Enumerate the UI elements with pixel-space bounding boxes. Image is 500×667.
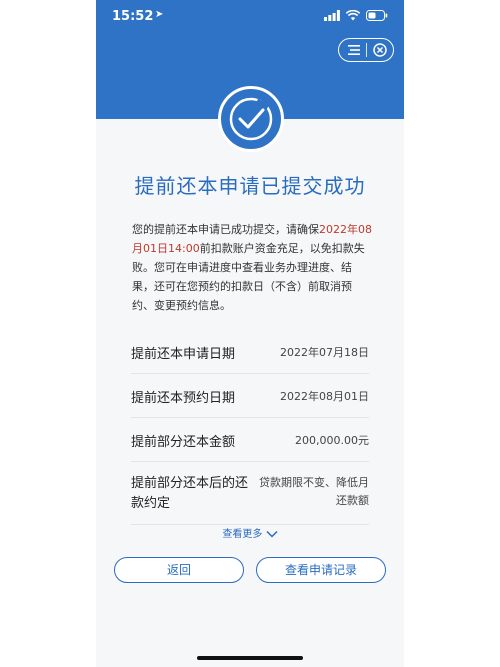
detail-row-repayment-agreement: 提前部分还本后的还款约定 贷款期限不变、降低月还款额 [131, 462, 369, 525]
detail-label: 提前部分还本金额 [131, 435, 236, 450]
details-list: 提前还本申请日期 2022年07月18日 提前还本预约日期 2022年08月01… [131, 330, 369, 525]
detail-label: 提前部分还本后的还款约定 [131, 476, 249, 511]
success-check-icon [218, 86, 284, 152]
page-title: 提前还本申请已提交成功 [134, 174, 366, 198]
detail-label: 提前还本申请日期 [131, 347, 236, 362]
status-time: 15:52 [112, 9, 154, 24]
signal-icon [324, 10, 340, 21]
message-text: 您的提前还本申请已成功提交，请确保 [132, 223, 319, 236]
battery-icon [366, 10, 388, 21]
back-button[interactable]: 返回 [114, 557, 244, 583]
detail-row-apply-date: 提前还本申请日期 2022年07月18日 [131, 330, 369, 374]
view-records-button[interactable]: 查看申请记录 [256, 557, 386, 583]
detail-label: 提前还本预约日期 [131, 391, 236, 406]
close-icon[interactable] [371, 42, 389, 58]
home-indicator[interactable] [197, 656, 303, 660]
detail-value: 200,000.00元 [295, 434, 369, 447]
detail-value: 2022年07月18日 [280, 346, 369, 359]
menu-icon[interactable] [345, 42, 363, 58]
chevron-down-icon [266, 530, 278, 538]
result-message: 您的提前还本申请已成功提交，请确保2022年08月01日14:00前扣款账户资金… [132, 220, 372, 315]
location-arrow-icon: ➤ [155, 9, 164, 20]
view-more-label: 查看更多 [222, 529, 263, 540]
view-more-link[interactable]: 查看更多 [96, 525, 404, 540]
status-bar: 15:52 ➤ [96, 0, 404, 32]
capsule-divider [366, 43, 367, 57]
wifi-icon [346, 10, 360, 21]
detail-row-amount: 提前部分还本金额 200,000.00元 [131, 418, 369, 462]
status-icons [324, 10, 388, 21]
detail-row-reserve-date: 提前还本预约日期 2022年08月01日 [131, 374, 369, 418]
phone-screen: 15:52 ➤ 提前还本申请已提交成功 您的提前还本申请已成功提交，请确保202… [96, 0, 404, 667]
detail-value: 贷款期限不变、降低月还款额 [259, 476, 369, 507]
detail-value: 2022年08月01日 [280, 390, 369, 403]
mini-program-capsule [338, 38, 394, 62]
